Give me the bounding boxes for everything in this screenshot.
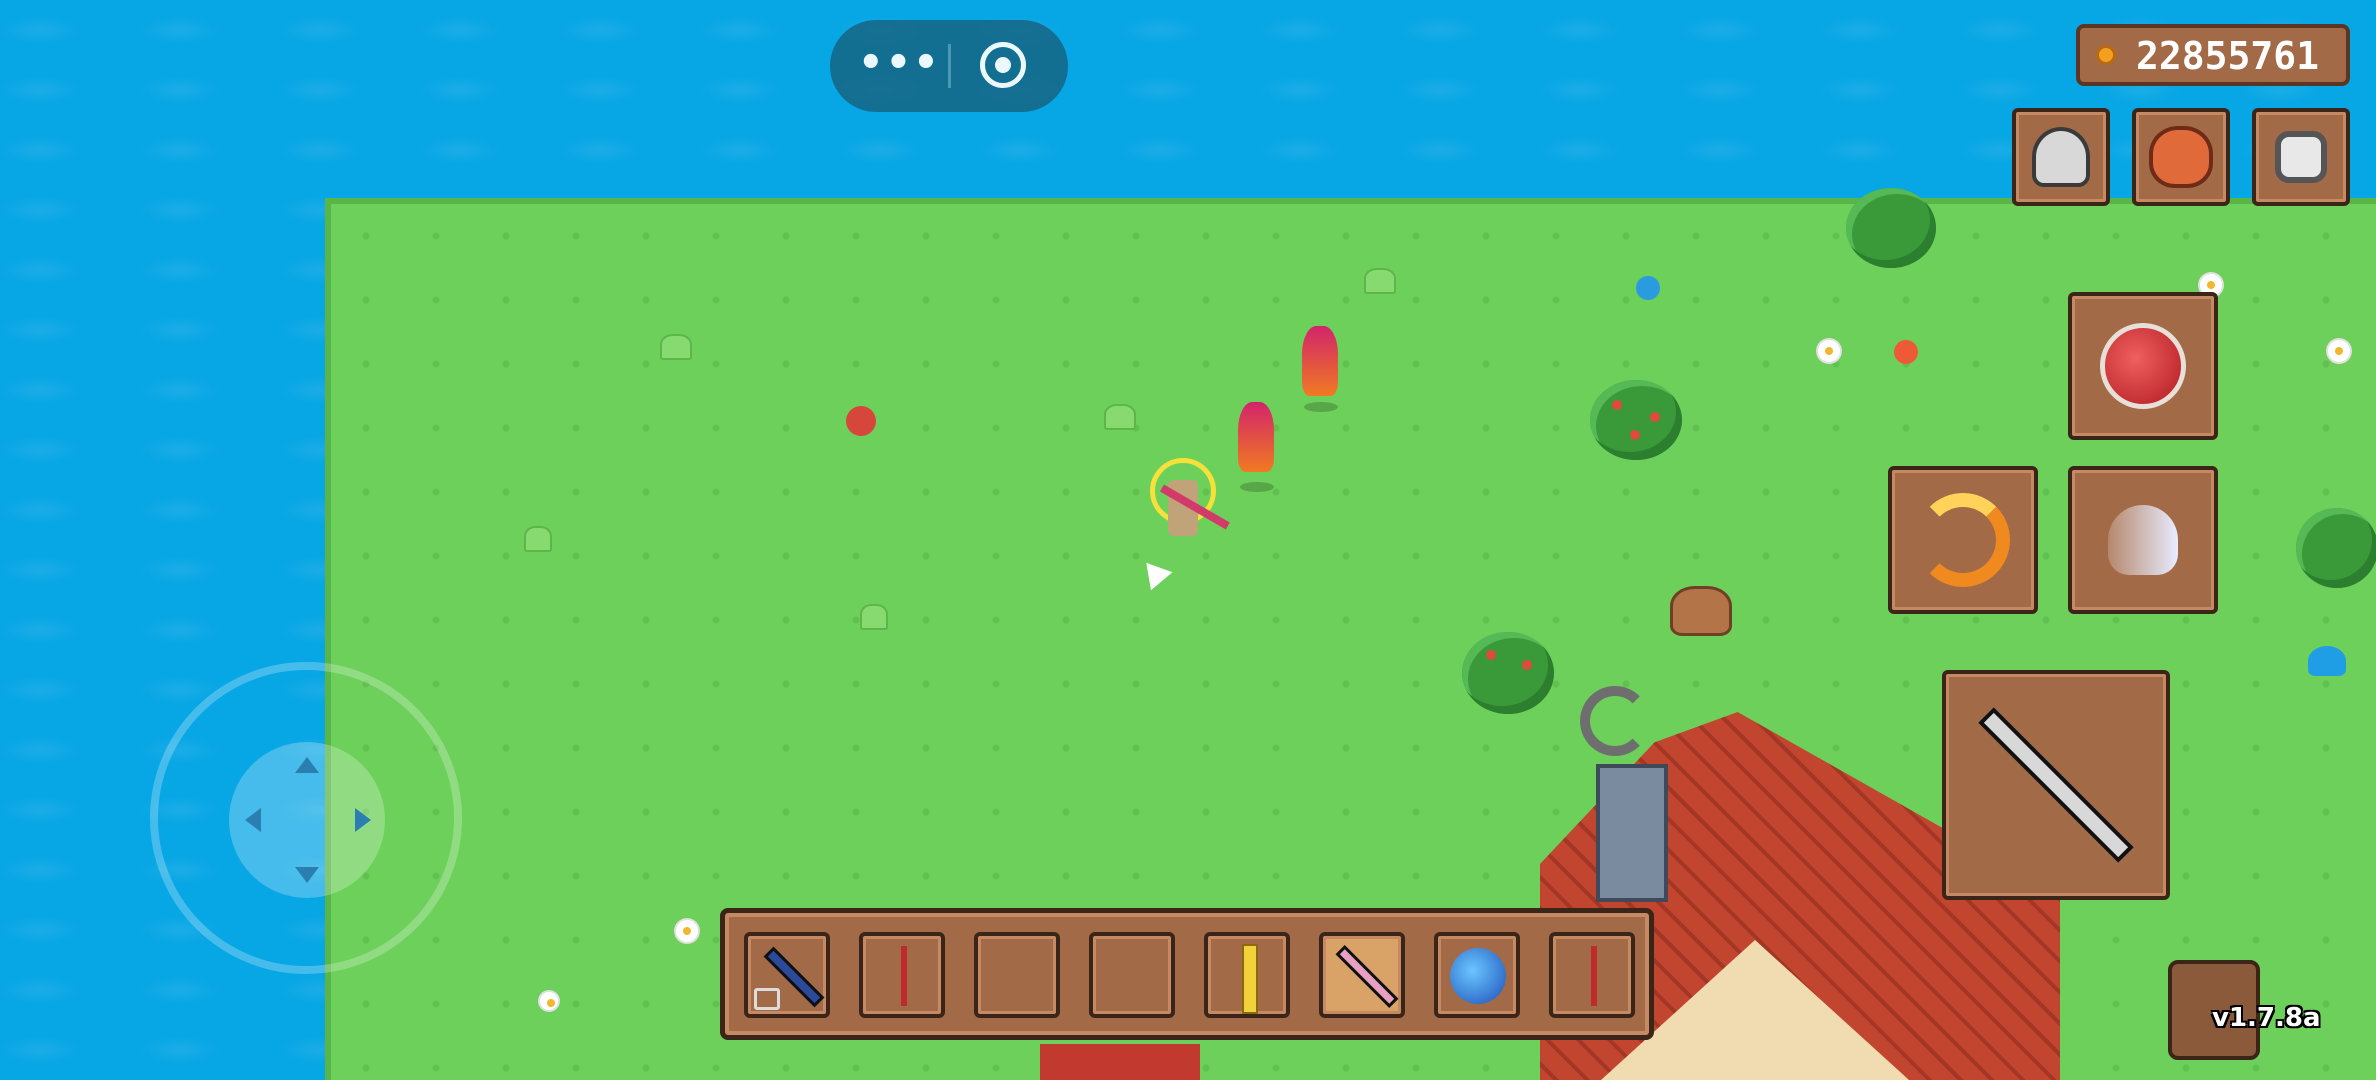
chimney-smoke	[1580, 686, 1650, 756]
white-flower	[2328, 340, 2350, 362]
enemy-shadow	[1240, 482, 1274, 492]
hotbar-slot-8[interactable]	[1549, 932, 1635, 1018]
potion-skill-button[interactable]	[2068, 292, 2218, 440]
tree-stump	[1670, 586, 1732, 636]
fire-slash-skill-button[interactable]	[1888, 466, 2038, 614]
blue-flower	[1636, 276, 1660, 300]
chimney	[1596, 764, 1668, 902]
white-flower	[676, 920, 698, 942]
tree	[2296, 508, 2376, 588]
flame-slash-icon	[1916, 493, 2010, 587]
coin-counter: 22855761	[2076, 24, 2350, 86]
character-button[interactable]	[2012, 108, 2110, 206]
game-stage[interactable]: ••• 22855761 v1.7.8a	[0, 0, 2376, 1080]
red-wand-icon	[901, 946, 907, 1006]
flame-spirit-enemy[interactable]	[1238, 402, 1274, 472]
white-flower	[540, 992, 558, 1010]
tree	[1846, 188, 1936, 268]
grass-tuft	[524, 526, 552, 552]
staff-icon	[1978, 707, 2134, 863]
pink-staff-icon	[1335, 945, 1399, 1008]
target-circle-icon[interactable]	[980, 42, 1026, 88]
mushroom	[2308, 646, 2346, 676]
grass-tuft	[660, 334, 692, 360]
ghost-dash-icon	[2108, 505, 2178, 575]
hotbar-slot-1[interactable]	[744, 932, 830, 1018]
hotbar-slot-7[interactable]	[1434, 932, 1520, 1018]
red-tent-roof	[1040, 1044, 1200, 1080]
coin-amount: 22855761	[2136, 34, 2320, 78]
arrow-down-icon	[295, 867, 319, 883]
capsule-divider	[948, 44, 951, 88]
player-character	[1150, 458, 1230, 542]
gear-icon	[2275, 131, 2327, 183]
berry	[1522, 660, 1532, 670]
version-label: v1.7.8a	[2212, 1003, 2321, 1033]
lock-icon	[754, 988, 780, 1010]
dash-skill-button[interactable]	[2068, 466, 2218, 614]
grass-tuft	[1104, 404, 1136, 430]
hotbar-slot-5[interactable]	[1204, 932, 1290, 1018]
berry-bush	[1590, 380, 1682, 460]
hotbar-slot-4[interactable]	[1089, 932, 1175, 1018]
flame-spirit-enemy[interactable]	[1302, 326, 1338, 396]
arrow-up-icon	[295, 757, 319, 773]
berry-bush	[1462, 632, 1554, 714]
white-flower	[1818, 340, 1840, 362]
hotbar-slot-3[interactable]	[974, 932, 1060, 1018]
grass-tuft	[1364, 268, 1396, 294]
red-flower	[1894, 340, 1918, 364]
mushrooms	[846, 406, 876, 436]
red-wand-icon	[1591, 946, 1597, 1006]
helmet-icon	[2032, 127, 2090, 187]
hotbar-slot-2[interactable]	[859, 932, 945, 1018]
hotbar	[720, 908, 1654, 1040]
more-dots-icon[interactable]: •••	[858, 20, 939, 112]
berry	[1486, 650, 1496, 660]
grass-tuft	[860, 604, 888, 630]
bag-button[interactable]	[2132, 108, 2230, 206]
blue-orb-icon	[1450, 948, 1506, 1004]
berry	[1650, 412, 1660, 422]
potion-icon	[2100, 323, 2186, 409]
miniprogram-capsule: •••	[830, 20, 1068, 112]
enemy-shadow	[1304, 402, 1338, 412]
pouch-icon	[2149, 126, 2213, 188]
attack-button[interactable]	[1942, 670, 2170, 900]
golden-staff-icon	[1242, 944, 1258, 1014]
hotbar-slot-6[interactable]	[1319, 932, 1405, 1018]
settings-button[interactable]	[2252, 108, 2350, 206]
arrow-right-icon	[355, 808, 371, 832]
arrow-left-icon	[245, 808, 261, 832]
berry	[1630, 430, 1640, 440]
coin-icon	[2096, 45, 2116, 65]
berry	[1612, 400, 1622, 410]
